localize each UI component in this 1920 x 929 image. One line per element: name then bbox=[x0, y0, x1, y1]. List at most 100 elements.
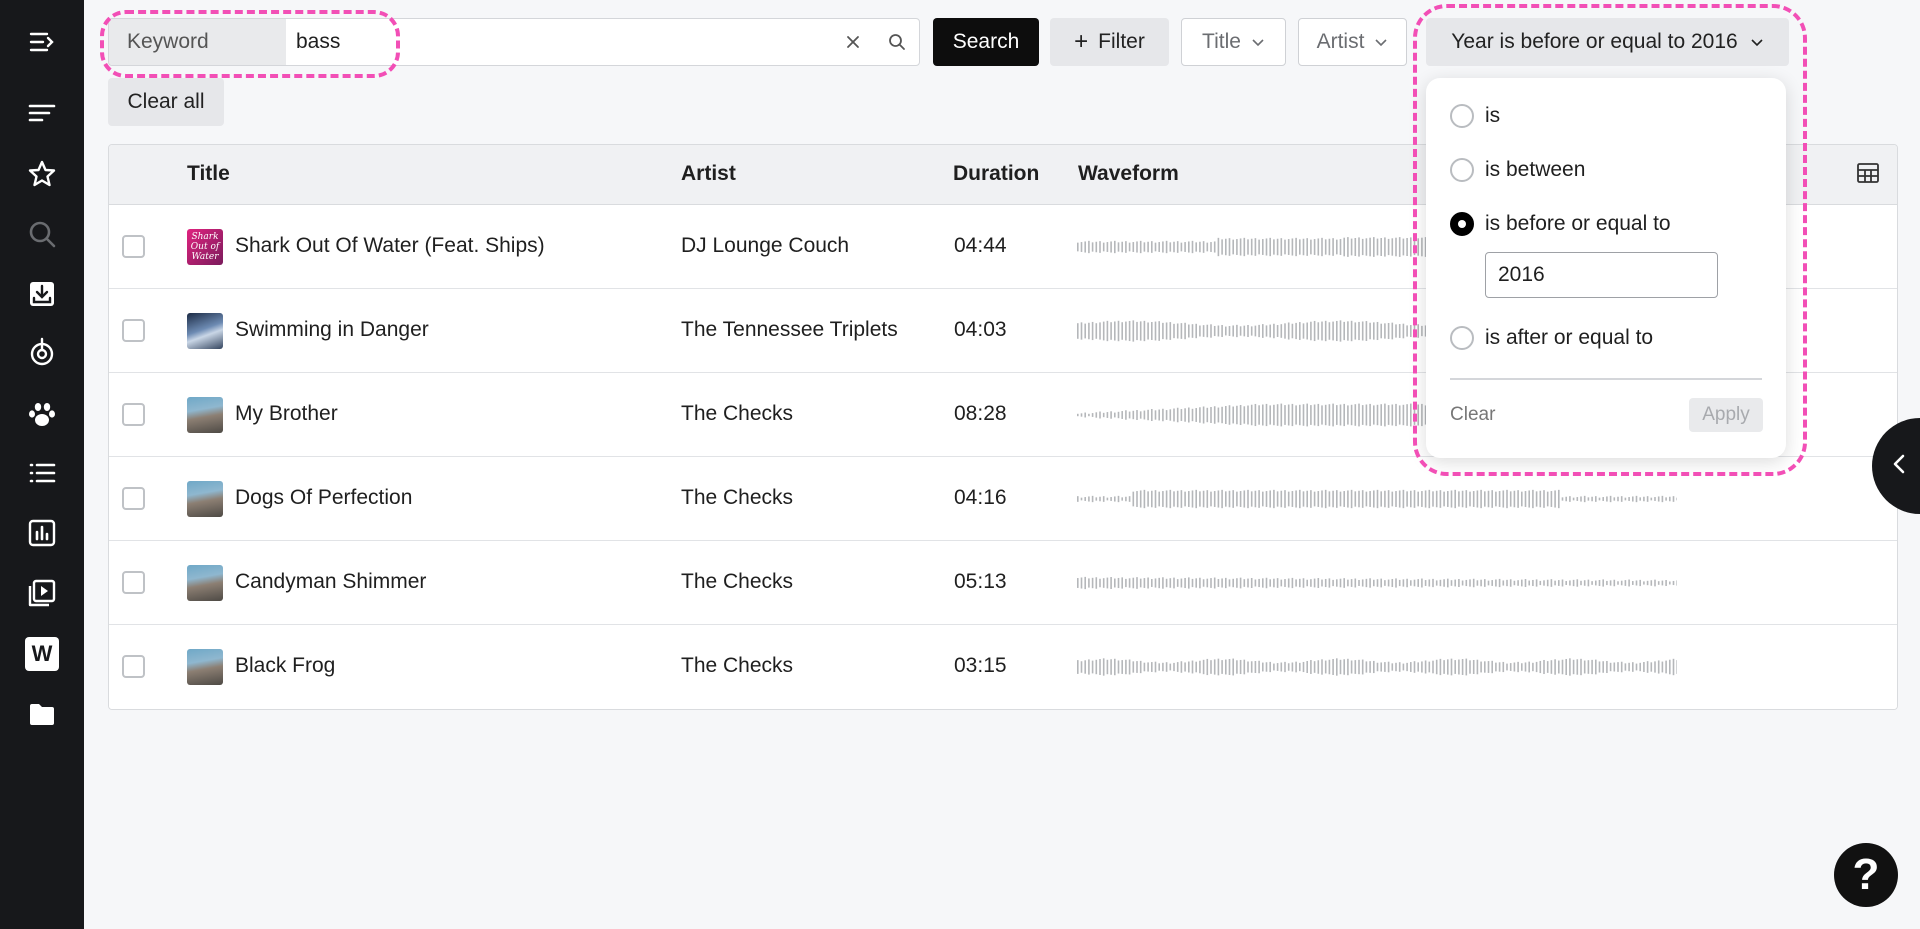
paw-icon[interactable] bbox=[24, 396, 60, 432]
row-checkbox[interactable] bbox=[122, 319, 145, 342]
waveform-bar bbox=[1210, 660, 1212, 674]
table-row[interactable]: Black Frog The Checks 03:15 bbox=[109, 625, 1897, 709]
waveform-bar bbox=[1202, 241, 1205, 253]
waveform-bar bbox=[1439, 490, 1442, 508]
search-button[interactable]: Search bbox=[933, 18, 1039, 66]
waveform-bar bbox=[1195, 489, 1197, 509]
waveform-bar bbox=[1354, 660, 1357, 674]
waveform-bar bbox=[1591, 581, 1593, 585]
waveform-bar bbox=[1254, 403, 1257, 427]
waveform-bar bbox=[1121, 497, 1123, 501]
waveform[interactable] bbox=[1077, 479, 1677, 519]
waveform-bar bbox=[1221, 578, 1223, 588]
waveform-bar bbox=[1354, 238, 1357, 256]
bar-chart-icon[interactable] bbox=[24, 515, 60, 551]
waveform-bar bbox=[1102, 658, 1105, 676]
search-icon[interactable] bbox=[24, 216, 60, 252]
waveform-bar bbox=[1624, 497, 1627, 501]
waveform-bar bbox=[1091, 321, 1094, 341]
folder-icon[interactable] bbox=[24, 696, 60, 732]
waveform-bar bbox=[1195, 578, 1197, 588]
column-header-title[interactable]: Title bbox=[187, 162, 230, 186]
waveform-bar bbox=[1180, 242, 1183, 252]
waveform-bar bbox=[1154, 661, 1157, 673]
title-filter-dropdown[interactable]: Title bbox=[1181, 18, 1286, 66]
track-title[interactable]: Dogs Of Perfection bbox=[235, 486, 412, 510]
waveform-bar bbox=[1258, 490, 1260, 508]
column-header-artist[interactable]: Artist bbox=[681, 162, 736, 186]
waveform-bar bbox=[1643, 581, 1645, 585]
waveform-bar bbox=[1354, 578, 1357, 588]
waveform-bar bbox=[1239, 577, 1242, 589]
waveform-bar bbox=[1284, 239, 1286, 255]
waveform-bar bbox=[1217, 490, 1220, 508]
radio-signal-icon[interactable] bbox=[24, 334, 60, 370]
album-art-thumbnail bbox=[187, 397, 223, 433]
track-title[interactable]: Black Frog bbox=[235, 654, 335, 678]
waveform-bar bbox=[1435, 490, 1438, 508]
waveform-bar bbox=[1199, 491, 1201, 507]
column-header-duration[interactable]: Duration bbox=[953, 162, 1039, 186]
row-checkbox[interactable] bbox=[122, 655, 145, 678]
artist-filter-dropdown[interactable]: Artist bbox=[1298, 18, 1407, 66]
waveform-bar bbox=[1495, 491, 1497, 507]
waveform-bar bbox=[1151, 409, 1153, 421]
clear-all-button[interactable]: Clear all bbox=[108, 78, 224, 126]
waveform-bar bbox=[1398, 662, 1401, 672]
waveform-bar bbox=[1243, 237, 1246, 257]
waveform-bar bbox=[1099, 659, 1101, 675]
collapse-menu-icon[interactable] bbox=[24, 24, 60, 60]
waveform-bar bbox=[1114, 412, 1116, 418]
row-checkbox[interactable] bbox=[122, 403, 145, 426]
waveform-bar bbox=[1361, 405, 1364, 425]
waveform-bar bbox=[1391, 578, 1394, 588]
keyword-search-icon[interactable] bbox=[875, 19, 919, 65]
waveform-bar bbox=[1165, 410, 1168, 420]
waveform-bar bbox=[1602, 579, 1604, 587]
waveform-bar bbox=[1184, 408, 1186, 422]
waveform-bar bbox=[1313, 404, 1316, 426]
download-tray-icon[interactable] bbox=[24, 276, 60, 312]
waveform-bar bbox=[1225, 326, 1227, 336]
waveform-bar bbox=[1472, 659, 1475, 675]
waveform-bar bbox=[1191, 408, 1194, 422]
waveform-bar bbox=[1472, 578, 1475, 588]
waveform-bar bbox=[1302, 578, 1305, 588]
track-title[interactable]: Swimming in Danger bbox=[235, 318, 429, 342]
waveform-bar bbox=[1550, 579, 1553, 587]
waveform-bar bbox=[1602, 497, 1604, 501]
album-art-thumbnail bbox=[187, 481, 223, 517]
clear-keyword-icon[interactable] bbox=[831, 19, 875, 65]
w-logo-icon[interactable]: W bbox=[24, 636, 60, 672]
playlist-play-icon[interactable] bbox=[24, 575, 60, 611]
waveform[interactable] bbox=[1077, 647, 1677, 687]
waveform-bar bbox=[1176, 579, 1179, 587]
row-checkbox[interactable] bbox=[122, 235, 145, 258]
waveform-bar bbox=[1643, 662, 1645, 672]
waveform-bar bbox=[1513, 580, 1516, 586]
waveform-bar bbox=[1484, 491, 1486, 507]
waveform-bar bbox=[1276, 404, 1279, 426]
waveform-bar bbox=[1521, 579, 1523, 587]
track-title[interactable]: My Brother bbox=[235, 402, 338, 426]
list-icon[interactable] bbox=[24, 455, 60, 491]
row-checkbox[interactable] bbox=[122, 571, 145, 594]
waveform-bar bbox=[1454, 489, 1456, 509]
star-icon[interactable] bbox=[24, 156, 60, 192]
waveform-bar bbox=[1232, 325, 1234, 337]
add-filter-button[interactable]: + Filter bbox=[1050, 18, 1169, 66]
column-settings-grid-icon[interactable] bbox=[1857, 163, 1879, 183]
waveform-bar bbox=[1380, 662, 1382, 672]
track-title[interactable]: Shark Out Of Water (Feat. Ships) bbox=[235, 234, 545, 258]
waveform-bar bbox=[1506, 579, 1508, 587]
waveform-bar bbox=[1628, 662, 1630, 672]
waveform-bar bbox=[1528, 490, 1530, 508]
row-checkbox[interactable] bbox=[122, 487, 145, 510]
waveform[interactable] bbox=[1077, 563, 1677, 603]
waveform-bar bbox=[1336, 320, 1338, 342]
waveform-bar bbox=[1435, 659, 1438, 675]
track-title[interactable]: Candyman Shimmer bbox=[235, 570, 426, 594]
table-row[interactable]: Candyman Shimmer The Checks 05:13 bbox=[109, 541, 1897, 625]
sort-lines-icon[interactable] bbox=[24, 95, 60, 131]
help-button[interactable]: ? bbox=[1834, 843, 1898, 907]
